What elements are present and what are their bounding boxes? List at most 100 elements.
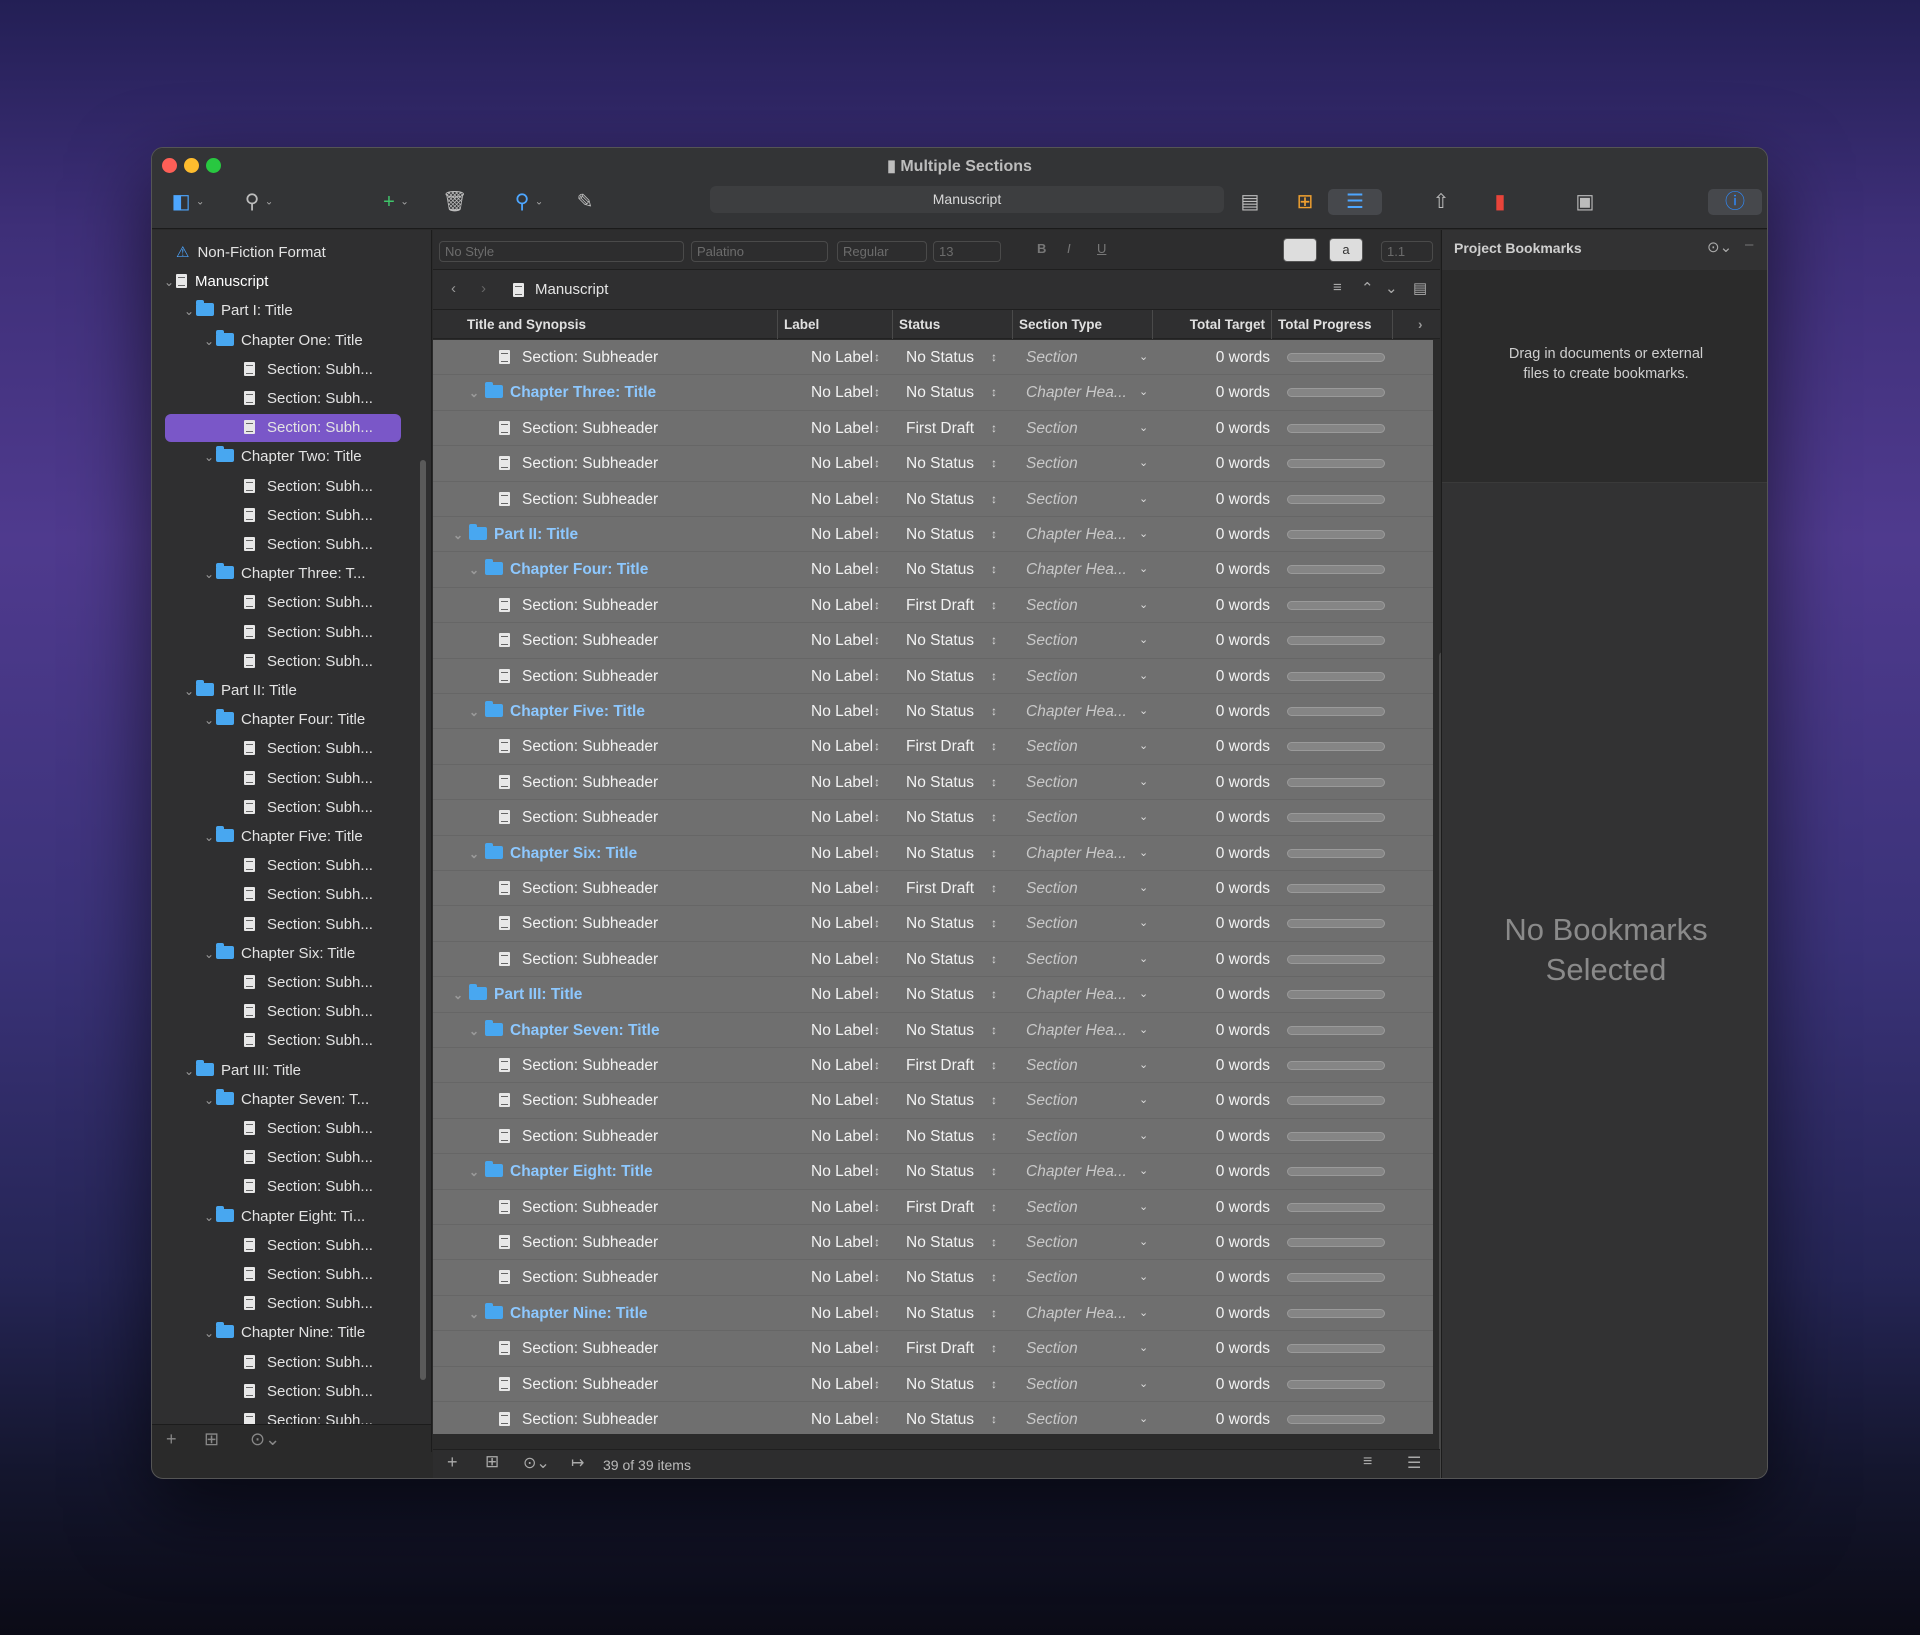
label-stepper-icon[interactable]: ↕	[874, 1331, 880, 1366]
table-row[interactable]: Section: Subheader No Label ↕ No Status ↕ Sec…	[433, 1367, 1433, 1402]
disclosure-icon[interactable]: ⌄	[467, 376, 481, 411]
label-stepper-icon[interactable]: ↕	[874, 800, 880, 835]
label-cell[interactable]: No Label	[811, 482, 873, 517]
disclosure-icon[interactable]: ⌄	[202, 1203, 216, 1232]
status-stepper-icon[interactable]: ↕	[991, 1013, 997, 1048]
binder-item[interactable]: ⌄ Chapter Two: Title	[202, 442, 362, 471]
column-label[interactable]: Label	[778, 310, 893, 339]
status-cell[interactable]: First Draft	[906, 411, 974, 446]
column-total-target[interactable]: Total Target	[1153, 310, 1272, 339]
label-cell[interactable]: No Label	[811, 1260, 873, 1295]
disclosure-icon[interactable]: ⌄	[451, 518, 465, 553]
binder-add-folder-icon[interactable]: ⊞	[204, 1429, 219, 1450]
binder-item[interactable]: Section: Subh...	[222, 530, 373, 559]
status-stepper-icon[interactable]: ↕	[991, 1154, 997, 1189]
share-icon[interactable]: ⇧	[1428, 189, 1454, 215]
label-stepper-icon[interactable]: ↕	[874, 977, 880, 1012]
status-stepper-icon[interactable]: ↕	[991, 588, 997, 623]
table-row[interactable]: ⌄ Part II: Title No Label ↕ No Status ↕ Chapte…	[433, 517, 1433, 553]
footer-export-icon[interactable]: ↦	[571, 1453, 584, 1473]
label-cell[interactable]: No Label	[811, 517, 873, 552]
status-cell[interactable]: No Status	[906, 765, 974, 800]
table-row[interactable]: ⌄ Chapter Nine: Title No Label ↕ No Status ↕ C…	[433, 1296, 1433, 1332]
quick-reference-icon[interactable]: ▣	[1572, 189, 1598, 215]
binder-item[interactable]: Section: Subh...	[222, 413, 373, 442]
table-row[interactable]: ⌄ Chapter Eight: Title No Label ↕ No Status ↕…	[433, 1154, 1433, 1190]
binder-item[interactable]: Section: Subh...	[222, 968, 373, 997]
disclosure-icon[interactable]: ⌄	[451, 978, 465, 1013]
disclosure-icon[interactable]: ⌄	[467, 1014, 481, 1049]
inspector-menu-icon[interactable]: ⊙⌄	[1707, 238, 1732, 256]
binder-item[interactable]: Section: Subh...	[222, 588, 373, 617]
label-stepper-icon[interactable]: ↕	[874, 836, 880, 871]
disclosure-icon[interactable]: ⌄	[202, 1319, 216, 1348]
paperclip-icon[interactable]: ⚲ ⌄	[507, 189, 551, 215]
binder-item[interactable]: Section: Subh...	[222, 1143, 373, 1172]
status-stepper-icon[interactable]: ↕	[991, 800, 997, 835]
status-cell[interactable]: First Draft	[906, 871, 974, 906]
disclosure-icon[interactable]: ⌄	[202, 1086, 216, 1115]
trash-icon[interactable]: 🗑	[442, 189, 467, 215]
status-stepper-icon[interactable]: ↕	[991, 942, 997, 977]
status-cell[interactable]: No Status	[906, 340, 974, 375]
binder-item[interactable]: ⌄ Part I: Title	[182, 296, 293, 325]
table-row[interactable]: Section: Subheader No Label ↕ No Status ↕ Sec…	[433, 906, 1433, 942]
disclosure-icon[interactable]: ⌄	[202, 443, 216, 472]
label-cell[interactable]: No Label	[811, 552, 873, 587]
disclosure-icon[interactable]: ⌄	[467, 1297, 481, 1332]
label-cell[interactable]: No Label	[811, 588, 873, 623]
status-stepper-icon[interactable]: ↕	[991, 375, 997, 410]
label-cell[interactable]: No Label	[811, 836, 873, 871]
table-row[interactable]: Section: Subheader No Label ↕ No Status ↕ Sec…	[433, 340, 1433, 376]
label-cell[interactable]: No Label	[811, 765, 873, 800]
label-stepper-icon[interactable]: ↕	[874, 1190, 880, 1225]
label-cell[interactable]: No Label	[811, 375, 873, 410]
binder-item[interactable]: Section: Subh...	[222, 1289, 373, 1318]
status-stepper-icon[interactable]: ↕	[991, 1048, 997, 1083]
status-cell[interactable]: No Status	[906, 836, 974, 871]
table-row[interactable]: Section: Subheader No Label ↕ No Status ↕ Sec…	[433, 446, 1433, 482]
label-stepper-icon[interactable]: ↕	[874, 588, 880, 623]
binder-item[interactable]: Section: Subh...	[222, 997, 373, 1026]
label-stepper-icon[interactable]: ↕	[874, 1083, 880, 1118]
table-row[interactable]: ⌄ Chapter Four: Title No Label ↕ No Status ↕ C…	[433, 552, 1433, 588]
label-cell[interactable]: No Label	[811, 623, 873, 658]
status-stepper-icon[interactable]: ↕	[991, 1083, 997, 1118]
binder-item[interactable]: ⌄ Chapter One: Title	[202, 326, 363, 355]
column-more-icon[interactable]: ›	[1418, 310, 1423, 339]
status-cell[interactable]: No Status	[906, 1119, 974, 1154]
bookmarks-list[interactable]: Drag in documents or external files to cr…	[1442, 270, 1767, 483]
status-cell[interactable]: No Status	[906, 1083, 974, 1118]
label-stepper-icon[interactable]: ↕	[874, 623, 880, 658]
binder-item[interactable]: ⌄ Chapter Three: T...	[202, 559, 366, 588]
label-cell[interactable]: No Label	[811, 1190, 873, 1225]
status-stepper-icon[interactable]: ↕	[991, 446, 997, 481]
label-stepper-icon[interactable]: ↕	[874, 1119, 880, 1154]
add-icon[interactable]: + ⌄	[374, 189, 418, 215]
status-cell[interactable]: First Draft	[906, 588, 974, 623]
style-select[interactable]: No Style	[439, 241, 684, 262]
label-stepper-icon[interactable]: ↕	[874, 871, 880, 906]
status-stepper-icon[interactable]: ↕	[991, 836, 997, 871]
disclosure-icon[interactable]: ⌄	[202, 706, 216, 735]
label-stepper-icon[interactable]: ↕	[874, 1367, 880, 1402]
status-cell[interactable]: No Status	[906, 517, 974, 552]
disclosure-icon[interactable]: ⌄	[162, 268, 176, 297]
disclosure-icon[interactable]: ⌄	[202, 327, 216, 356]
footer-list-icon[interactable]: ☰	[1407, 1453, 1421, 1473]
status-cell[interactable]: No Status	[906, 659, 974, 694]
binder-item[interactable]: Section: Subh...	[222, 472, 373, 501]
bold-icon[interactable]: B	[1037, 241, 1046, 256]
label-cell[interactable]: No Label	[811, 1013, 873, 1048]
column-status[interactable]: Status	[893, 310, 1013, 339]
status-cell[interactable]: No Status	[906, 800, 974, 835]
split-editor-icon[interactable]: ▤	[1413, 279, 1427, 297]
label-stepper-icon[interactable]: ↕	[874, 340, 880, 375]
label-stepper-icon[interactable]: ↕	[874, 375, 880, 410]
table-row[interactable]: ⌄ Chapter Three: Title No Label ↕ No Status ↕…	[433, 375, 1433, 411]
previous-item-icon[interactable]: ⌃	[1361, 279, 1374, 297]
status-cell[interactable]: First Draft	[906, 1048, 974, 1083]
table-row[interactable]: ⌄ Chapter Seven: Title No Label ↕ No Status ↕…	[433, 1013, 1433, 1048]
status-stepper-icon[interactable]: ↕	[991, 765, 997, 800]
compose-icon[interactable]: ✎	[572, 189, 598, 215]
